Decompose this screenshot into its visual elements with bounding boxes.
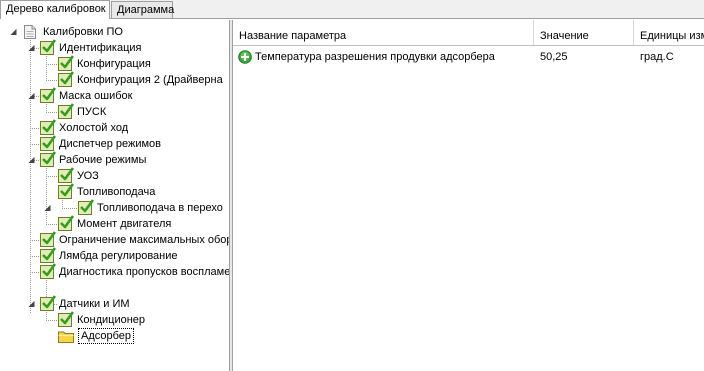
checkbox-checked-icon[interactable] bbox=[40, 295, 57, 311]
checkbox-checked-icon[interactable] bbox=[40, 87, 57, 103]
checkbox-checked-icon[interactable] bbox=[40, 247, 57, 263]
tree-node-label: Конфигурация 2 (Драйверна bbox=[77, 74, 223, 86]
column-header-units[interactable]: Единицы изм bbox=[634, 28, 704, 44]
parameter-unit-cell: град.С bbox=[640, 51, 674, 63]
folder-icon bbox=[58, 331, 74, 343]
tree-node-label: Холостой ход bbox=[59, 122, 129, 134]
column-header-value[interactable]: Значение bbox=[534, 28, 634, 44]
tree-node-label: Калибровки ПО bbox=[43, 26, 123, 38]
tree-node-label: Адсорбер bbox=[78, 328, 135, 344]
tree-node-ignition-timing[interactable]: УОЗ bbox=[58, 167, 100, 184]
plus-circle-icon[interactable] bbox=[238, 50, 252, 64]
parameter-name-cell: Температура разрешения продувки адсорбер… bbox=[255, 51, 495, 63]
tree-node-label: Диспетчер режимов bbox=[59, 138, 162, 150]
checkbox-checked-icon[interactable] bbox=[40, 151, 57, 167]
tree-node-label: Маска ошибок bbox=[59, 90, 133, 102]
tree-node-air-conditioner[interactable]: Кондиционер bbox=[58, 311, 146, 328]
tree-node-error-mask[interactable]: Маска ошибок bbox=[40, 87, 133, 104]
tree-node-label: Конфигурация bbox=[77, 58, 151, 70]
header-divider bbox=[233, 45, 704, 46]
tree-node-adsorber[interactable]: Адсорбер bbox=[58, 328, 135, 344]
tab-diagram[interactable]: Диаграмма bbox=[111, 1, 174, 18]
expand-arrow-icon[interactable]: ◢ bbox=[43, 203, 52, 212]
tree-node-sensors-actuators[interactable]: Датчики и ИМ bbox=[40, 295, 131, 312]
expand-arrow-icon[interactable]: ◢ bbox=[27, 43, 36, 52]
checkbox-checked-icon[interactable] bbox=[40, 119, 57, 135]
checkbox-checked-icon[interactable] bbox=[58, 215, 75, 231]
checkbox-checked-icon[interactable] bbox=[58, 103, 75, 119]
expand-arrow-icon[interactable]: ◢ bbox=[27, 299, 36, 308]
tree-node-configuration-2[interactable]: Конфигурация 2 (Драйверна bbox=[58, 71, 224, 88]
tree-node-label: Момент двигателя bbox=[77, 218, 172, 230]
tree-node-mode-dispatcher[interactable]: Диспетчер режимов bbox=[40, 135, 162, 152]
tree-node-label: Ограничение максимальных обор bbox=[59, 234, 230, 246]
expand-arrow-icon[interactable]: ◢ bbox=[27, 155, 36, 164]
tab-calibration-tree[interactable]: Дерево калибровок bbox=[0, 0, 110, 19]
tree-node-fuel-supply[interactable]: Топливоподача bbox=[58, 183, 156, 200]
tree-node-identification[interactable]: Идентификация bbox=[40, 39, 142, 56]
tree-node-operating-modes[interactable]: Рабочие режимы bbox=[40, 151, 147, 168]
tree-node-start[interactable]: ПУСК bbox=[58, 103, 107, 120]
checkbox-checked-icon[interactable] bbox=[40, 39, 57, 55]
tree-node-misfire-diagnostics[interactable]: Диагностика пропусков воспламе bbox=[40, 263, 230, 280]
tree-node-label: Топливоподача bbox=[77, 186, 156, 198]
tree-node-label: Лямбда регулирование bbox=[59, 250, 178, 262]
tree-node-lambda-control[interactable]: Лямбда регулирование bbox=[40, 247, 179, 264]
checkbox-checked-icon[interactable] bbox=[58, 71, 75, 87]
tree-node-configuration[interactable]: Конфигурация bbox=[58, 55, 152, 72]
tab-bar: Дерево калибровок Диаграмма bbox=[0, 0, 704, 19]
tree-node-root[interactable]: Калибровки ПО bbox=[24, 24, 124, 40]
tree-node-engine-torque[interactable]: Момент двигателя bbox=[58, 215, 172, 232]
checkbox-checked-icon[interactable] bbox=[58, 183, 75, 199]
tree-node-label: УОЗ bbox=[77, 170, 99, 182]
tree-node-idle[interactable]: Холостой ход bbox=[40, 119, 129, 136]
checkbox-checked-icon[interactable] bbox=[58, 55, 75, 71]
checkbox-checked-icon[interactable] bbox=[58, 311, 75, 327]
parameters-grid: Название параметра Значение Единицы изм … bbox=[233, 20, 704, 371]
checkbox-checked-icon[interactable] bbox=[58, 167, 75, 183]
checkbox-checked-icon[interactable] bbox=[78, 199, 95, 215]
tree-node-label: Рабочие режимы bbox=[59, 154, 147, 166]
tree-node-label: Датчики и ИМ bbox=[59, 298, 130, 310]
tree-node-label: Топливоподача в перехо bbox=[97, 202, 223, 214]
tree-node-label: Идентификация bbox=[59, 42, 142, 54]
checkbox-checked-icon[interactable] bbox=[40, 231, 57, 247]
parameter-value-cell[interactable]: 50,25 bbox=[540, 49, 568, 65]
tree-node-fuel-transient[interactable]: Топливоподача в перехо bbox=[78, 199, 224, 216]
tree-node-label: Кондиционер bbox=[77, 314, 146, 326]
document-icon bbox=[24, 25, 36, 39]
checkbox-checked-icon[interactable] bbox=[40, 135, 57, 151]
tree-node-max-rpm-limit[interactable]: Ограничение максимальных обор bbox=[40, 231, 230, 248]
expand-arrow-icon[interactable]: ◢ bbox=[9, 27, 18, 36]
column-header-parameter-name[interactable]: Название параметра bbox=[233, 28, 533, 44]
calibration-tree[interactable]: ◢ Калибровки ПО ◢ ◢ ◢ ◢ ◢ Идентификация … bbox=[0, 20, 230, 371]
tree-node-label: Диагностика пропусков воспламе bbox=[59, 266, 230, 278]
expand-arrow-icon[interactable]: ◢ bbox=[27, 91, 36, 100]
checkbox-checked-icon[interactable] bbox=[40, 263, 57, 279]
tree-node-label: ПУСК bbox=[77, 106, 107, 118]
